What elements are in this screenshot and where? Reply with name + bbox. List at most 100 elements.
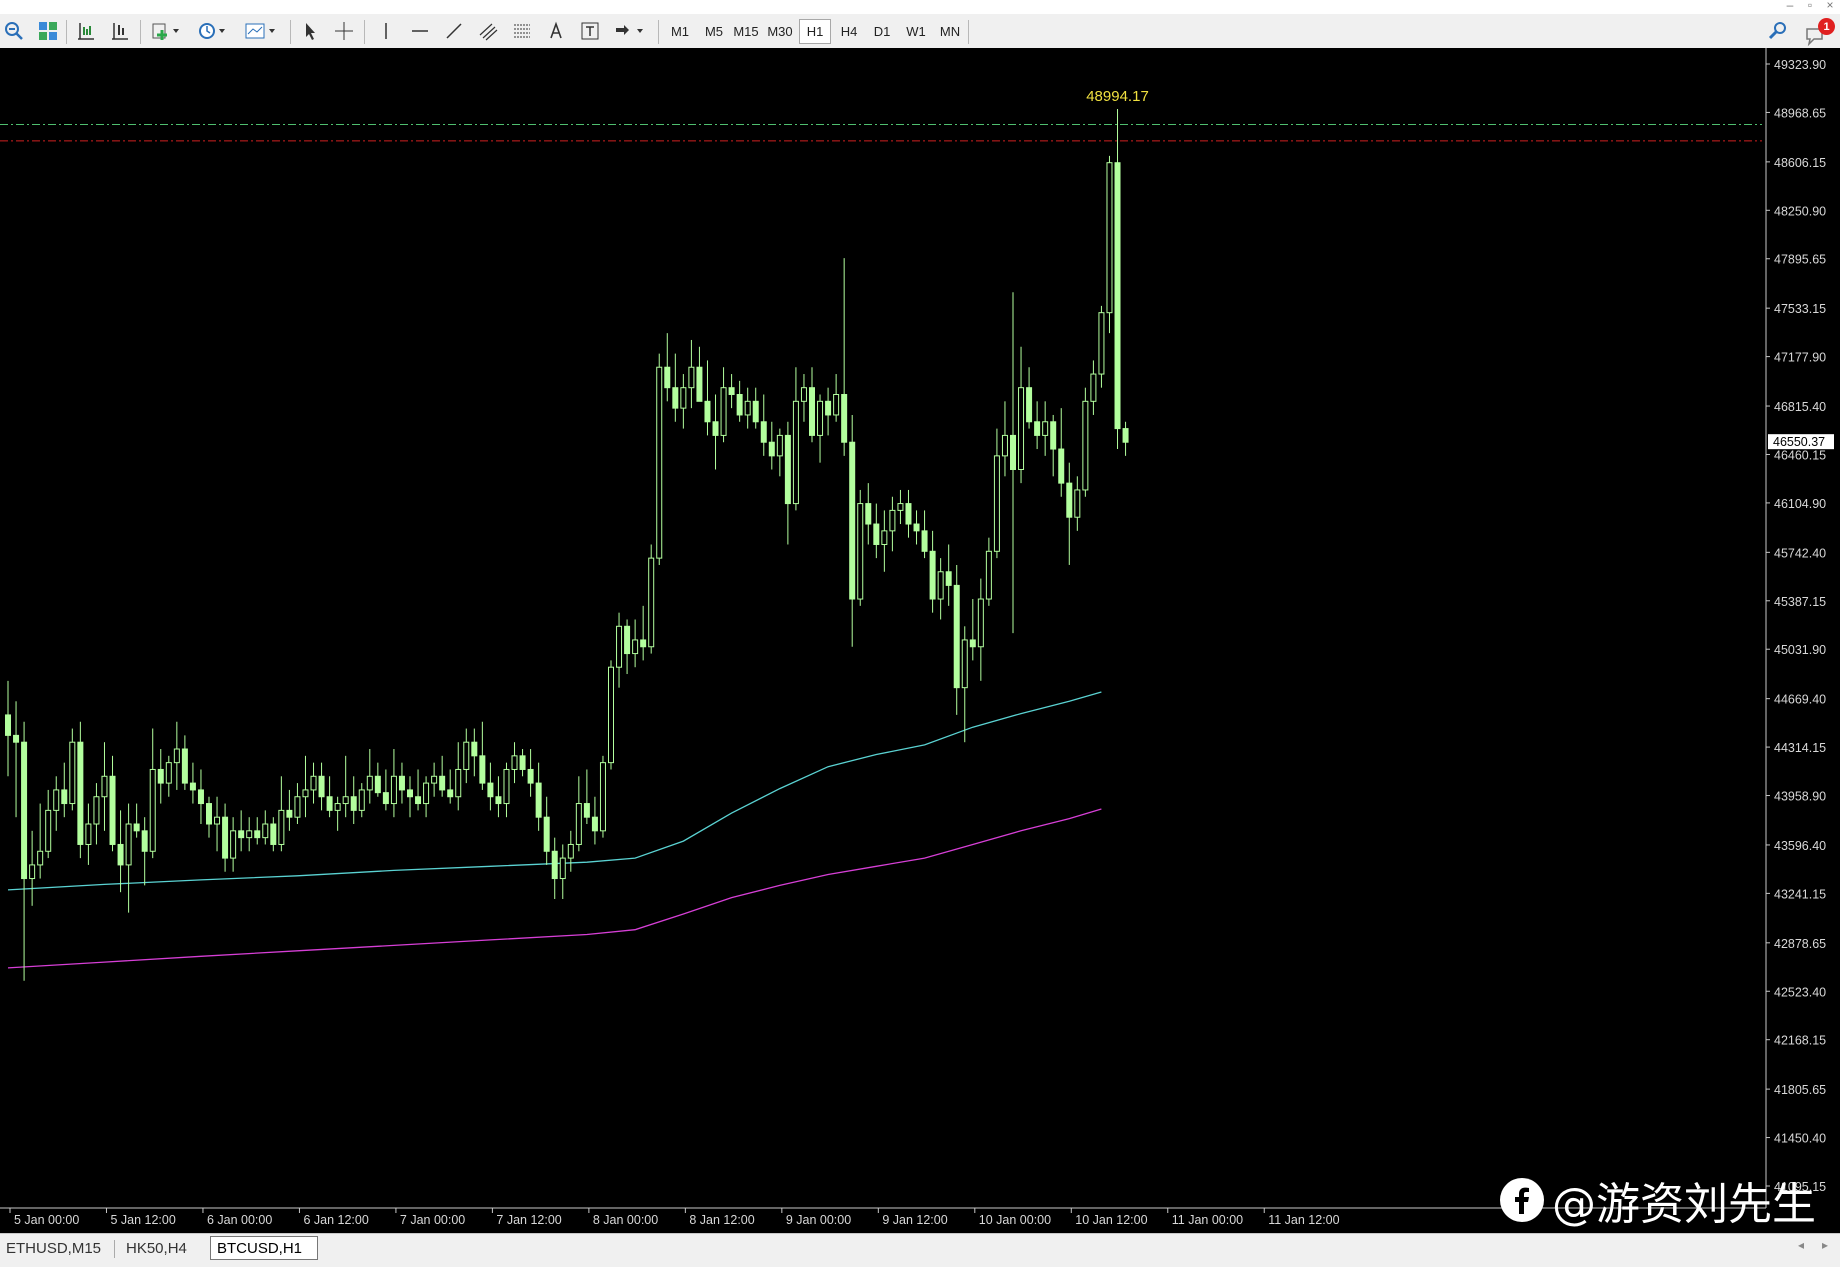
candle-body	[278, 809, 285, 845]
candle-body	[672, 387, 679, 409]
candle-body	[455, 768, 462, 798]
notification-bell[interactable]: 1	[1804, 18, 1835, 47]
restore-button[interactable]: ▫	[1800, 0, 1820, 12]
candle-body	[326, 796, 333, 811]
high-price-label: 48994.17	[1086, 88, 1149, 105]
vertical-line-icon[interactable]	[372, 18, 400, 44]
arrows-icon[interactable]	[610, 18, 648, 44]
notification-badge: 1	[1818, 18, 1835, 35]
crosshair-icon[interactable]	[330, 18, 358, 44]
text-label-icon[interactable]	[576, 18, 604, 44]
price-chart[interactable]: 49323.90 48968.65 48606.15 48250.90 47895.65…	[0, 48, 1840, 1236]
candle-body	[149, 768, 156, 852]
candle-body	[93, 796, 100, 825]
chart-shift-icon[interactable]	[72, 18, 100, 44]
tab-scroll-left-icon[interactable]: ◂	[1798, 1238, 1804, 1252]
price-tick-label: 48968.65	[1774, 106, 1826, 120]
tab-ethusd-m15[interactable]: ETHUSD,M15	[0, 1236, 110, 1260]
candle-body	[214, 816, 221, 825]
zoom-out-icon[interactable]	[0, 18, 28, 44]
candle-body	[439, 775, 446, 791]
toolbar-separator	[66, 20, 67, 44]
price-tick-label: 44669.40	[1774, 693, 1826, 707]
timeframe-w1-button[interactable]: W1	[900, 19, 932, 44]
candle-body	[189, 782, 196, 791]
tab-hk50-h4[interactable]: HK50,H4	[120, 1236, 206, 1260]
search-icon[interactable]	[1764, 18, 1792, 44]
time-tick-label: 5 Jan 00:00	[14, 1213, 79, 1227]
candle-body	[125, 823, 132, 866]
candle-body	[101, 775, 108, 798]
close-button[interactable]: ×	[1820, 0, 1840, 12]
chart-window[interactable]: 49323.90 48968.65 48606.15 48250.90 47895.65…	[0, 48, 1840, 1236]
time-tick-label: 6 Jan 12:00	[303, 1213, 368, 1227]
candle-body	[390, 775, 397, 805]
candle-body	[881, 530, 888, 545]
candle-body	[889, 509, 896, 532]
toolbar-separator	[364, 20, 365, 44]
trendline-icon[interactable]	[440, 18, 468, 44]
candle-body	[21, 741, 28, 880]
candle-body	[969, 639, 976, 648]
candle-body	[961, 639, 968, 689]
window-titlebar: – ▫ ×	[0, 0, 1840, 14]
candle-body	[744, 400, 751, 416]
candle-body	[648, 557, 655, 648]
candle-body	[302, 789, 309, 798]
time-tick-label: 6 Jan 00:00	[207, 1213, 272, 1227]
price-tick-label: 41805.65	[1774, 1083, 1826, 1097]
timeframe-m1-button[interactable]: M1	[664, 19, 696, 44]
tab-scroll-right-icon[interactable]: ▸	[1822, 1238, 1828, 1252]
price-tick-label: 46104.90	[1774, 497, 1826, 511]
minimize-button[interactable]: –	[1780, 0, 1800, 12]
indicators-icon[interactable]	[148, 18, 184, 44]
tab-btcusd-h1[interactable]: BTCUSD,H1	[210, 1236, 318, 1260]
timeframe-mn-button[interactable]: MN	[934, 19, 966, 44]
candle-body	[616, 625, 623, 668]
candle-body	[262, 823, 269, 839]
candle-body	[583, 803, 590, 818]
time-tick-label: 5 Jan 12:00	[110, 1213, 175, 1227]
periodicity-icon[interactable]	[194, 18, 230, 44]
time-tick-label: 11 Jan 12:00	[1268, 1213, 1339, 1227]
candle-body	[664, 366, 671, 389]
timeframe-m15-button[interactable]: M15	[730, 19, 762, 44]
candle-body	[945, 571, 952, 586]
candle-body	[463, 741, 470, 770]
toolbar-separator	[968, 20, 969, 44]
toolbar: 1 M1 M5 M15 M30 H1 H4 D1 W1 MN	[0, 14, 1840, 49]
candle-body	[833, 394, 840, 416]
candle-body	[85, 823, 92, 845]
equidistant-channel-icon[interactable]	[474, 18, 502, 44]
candle-body	[479, 755, 486, 784]
candle-body	[374, 775, 381, 794]
timeframe-m30-button[interactable]: M30	[764, 19, 796, 44]
candle-body	[238, 830, 245, 839]
tile-windows-icon[interactable]	[34, 18, 62, 44]
candle-body	[407, 789, 413, 798]
candle-body	[1090, 373, 1097, 402]
price-tick-label: 46815.40	[1774, 400, 1826, 414]
fibonacci-icon[interactable]	[508, 18, 536, 44]
candle-body	[696, 366, 703, 402]
candle-body	[688, 366, 695, 389]
horizontal-line-icon[interactable]	[406, 18, 434, 44]
candle-body	[575, 803, 582, 845]
timeframe-d1-button[interactable]: D1	[866, 19, 898, 44]
timeframe-h4-button[interactable]: H4	[833, 19, 865, 44]
candle-body	[591, 816, 598, 832]
candle-body	[993, 455, 1000, 552]
text-icon[interactable]	[542, 18, 570, 44]
time-tick-label: 8 Jan 00:00	[593, 1213, 658, 1227]
cursor-icon[interactable]	[296, 18, 324, 44]
candle-body	[358, 789, 365, 811]
timeframe-m5-button[interactable]: M5	[698, 19, 730, 44]
candle-body	[937, 571, 944, 600]
candle-body	[334, 803, 341, 811]
auto-scroll-icon[interactable]	[106, 18, 134, 44]
templates-icon[interactable]	[242, 18, 280, 44]
timeframe-h1-button[interactable]: H1	[799, 19, 831, 44]
candle-body	[350, 796, 357, 811]
price-tick-label: 49323.90	[1774, 58, 1826, 72]
candle-body	[173, 748, 180, 764]
